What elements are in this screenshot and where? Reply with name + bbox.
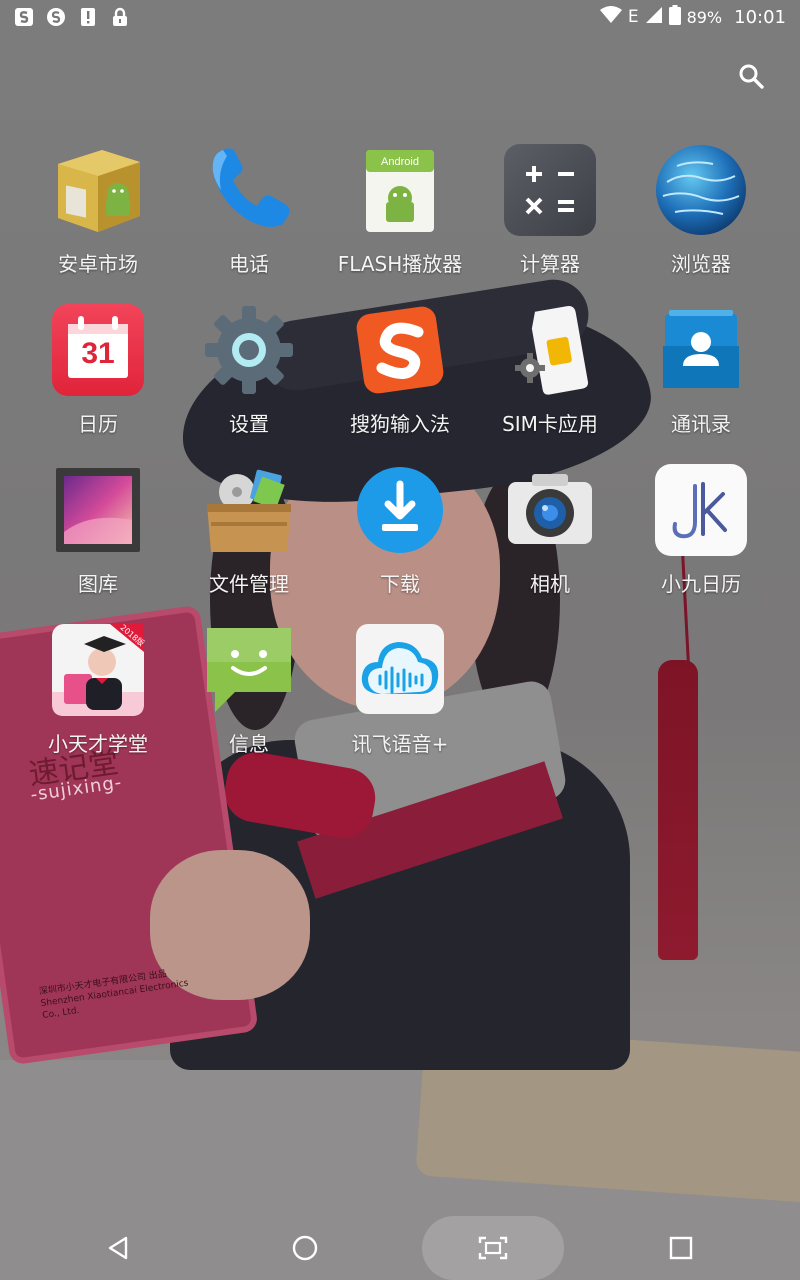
screenshot-button[interactable]	[422, 1216, 564, 1280]
home-button[interactable]	[245, 1216, 365, 1280]
wallpaper-tassel	[658, 660, 698, 960]
search-button[interactable]	[733, 58, 769, 94]
app-label: 讯飞语音+	[351, 732, 449, 756]
app-label: 浏览器	[671, 252, 731, 276]
app-label: SIM卡应用	[502, 412, 598, 436]
file-manager-icon	[201, 462, 297, 558]
sim-card-icon	[502, 302, 598, 398]
status-bar: E 89% 10:01	[0, 0, 800, 34]
app-contacts[interactable]: 通讯录	[626, 302, 776, 452]
browser-globe-icon	[653, 142, 749, 238]
network-type: E	[627, 7, 639, 27]
app-settings[interactable]: 设置	[174, 302, 324, 452]
app-flash-player[interactable]: Android FLASH播放器	[325, 142, 475, 292]
navigation-bar	[0, 1216, 800, 1280]
contacts-icon	[653, 302, 749, 398]
iflytek-voice-icon	[352, 622, 448, 718]
app-android-market[interactable]: 安卓市场	[23, 142, 173, 292]
wifi-icon	[599, 6, 622, 28]
app-label: 搜狗输入法	[350, 412, 450, 436]
app-label: 小天才学堂	[48, 732, 148, 756]
recents-icon	[669, 1236, 693, 1260]
sogou-icon	[14, 7, 34, 27]
app-gallery[interactable]: 图库	[23, 462, 173, 612]
lock-icon	[110, 7, 130, 27]
app-iflytek-voice[interactable]: 讯飞语音+	[325, 622, 475, 772]
calculator-icon	[502, 142, 598, 238]
system-status: E 89% 10:01	[599, 5, 786, 29]
calendar-day-number: 31	[81, 337, 115, 370]
clock: 10:01	[734, 6, 786, 28]
back-button[interactable]	[58, 1216, 178, 1280]
sogou-s-icon	[46, 7, 66, 27]
app-label: 日历	[78, 412, 118, 436]
app-label: 计算器	[520, 252, 580, 276]
android-market-icon	[50, 142, 146, 238]
battery-percent: 89%	[686, 7, 723, 27]
app-calculator[interactable]: 计算器	[475, 142, 625, 292]
app-xiaojiu-calendar[interactable]: 小九日历	[626, 462, 776, 612]
app-label: 通讯录	[671, 412, 731, 436]
svg-text:Android: Android	[381, 156, 419, 168]
download-icon	[352, 462, 448, 558]
signal-icon	[645, 6, 663, 28]
search-icon	[739, 64, 764, 89]
app-xiaotiancai-school[interactable]: 小天才学堂	[23, 622, 173, 772]
app-file-manager[interactable]: 文件管理	[174, 462, 324, 612]
sogou-input-icon	[352, 302, 448, 398]
settings-gear-icon	[201, 302, 297, 398]
app-label: 图库	[78, 572, 118, 596]
alert-icon	[78, 7, 98, 27]
camera-icon	[502, 462, 598, 558]
app-label: 文件管理	[209, 572, 289, 596]
app-label: 相机	[530, 572, 570, 596]
notification-icons	[14, 7, 130, 27]
app-label: 信息	[229, 732, 269, 756]
app-label: 安卓市场	[58, 252, 138, 276]
app-label: FLASH播放器	[337, 252, 463, 276]
app-messages[interactable]: 信息	[174, 622, 324, 772]
battery-icon	[668, 5, 681, 29]
app-label: 下载	[380, 572, 420, 596]
back-icon	[108, 1236, 128, 1260]
phone-icon	[201, 142, 297, 238]
app-download[interactable]: 下载	[325, 462, 475, 612]
app-calendar[interactable]: 日历	[23, 302, 173, 452]
app-label: 设置	[229, 412, 269, 436]
app-browser[interactable]: 浏览器	[626, 142, 776, 292]
gallery-icon	[50, 462, 146, 558]
app-label: 小九日历	[661, 572, 741, 596]
app-label: 电话	[229, 252, 269, 276]
flash-player-icon: Android	[352, 142, 448, 238]
home-icon	[292, 1235, 318, 1261]
app-camera[interactable]: 相机	[475, 462, 625, 612]
screenshot-icon	[478, 1236, 508, 1260]
messages-icon	[201, 622, 297, 718]
app-sim-card[interactable]: SIM卡应用	[475, 302, 625, 452]
recents-button[interactable]	[621, 1216, 741, 1280]
xiaojiu-calendar-icon	[653, 462, 749, 558]
app-phone[interactable]: 电话	[174, 142, 324, 292]
app-sogou-input[interactable]: 搜狗输入法	[325, 302, 475, 452]
